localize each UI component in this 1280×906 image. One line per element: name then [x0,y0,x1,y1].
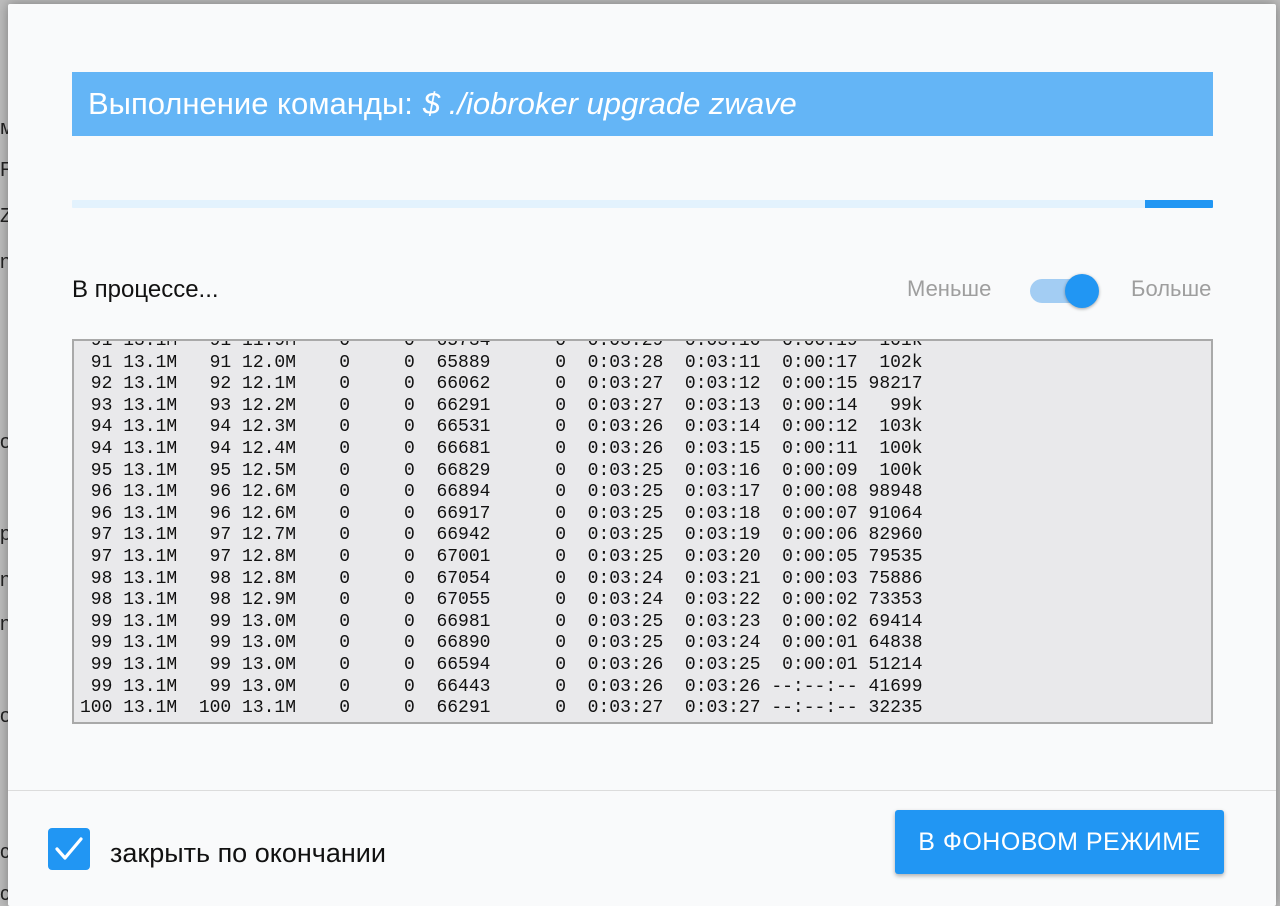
command-dialog: Выполнение команды: $ ./iobroker upgrade… [8,4,1276,906]
log-line: 99 13.1M 99 13.0M 0 0 66890 0 0:03:25 0:… [80,633,923,654]
log-line: 100 13.1M 100 13.1M 0 0 66291 0 0:03:27 … [80,698,923,719]
log-line: 95 13.1M 95 12.5M 0 0 66829 0 0:03:25 0:… [80,460,923,481]
background-mode-button[interactable]: В ФОНОВОМ РЕЖИМЕ [895,810,1224,874]
log-line: 97 13.1M 97 12.8M 0 0 67001 0 0:03:25 0:… [80,546,923,567]
log-line: 93 13.1M 93 12.2M 0 0 66291 0 0:03:27 0:… [80,395,923,416]
toggle-more-label: Больше [1131,276,1212,301]
log-line: 98 13.1M 98 12.8M 0 0 67054 0 0:03:24 0:… [80,568,923,589]
log-line: 98 13.1M 98 12.9M 0 0 67055 0 0:03:24 0:… [80,590,923,611]
close-on-finish-checkbox[interactable] [48,828,90,870]
dialog-title: Выполнение команды: $ ./iobroker upgrade… [72,72,1213,136]
title-prefix: Выполнение команды: [88,86,413,121]
progress-indicator [1144,200,1213,208]
progress-bar [72,200,1213,208]
status-text: В процессе... [72,276,219,303]
log-line: 99 13.1M 99 13.0M 0 0 66594 0 0:03:26 0:… [80,654,923,675]
log-line: 94 13.1M 94 12.3M 0 0 66531 0 0:03:26 0:… [80,417,923,438]
log-output[interactable]: 91 13.1M 91 11.9M 0 0 65734 0 0:03:29 0:… [72,339,1213,724]
log-line: 96 13.1M 96 12.6M 0 0 66894 0 0:03:25 0:… [80,482,923,503]
log-detail-switch[interactable] [1030,274,1100,308]
log-line: 91 13.1M 91 12.0M 0 0 65889 0 0:03:28 0:… [80,352,923,373]
toggle-less-label: Меньше [907,276,992,301]
switch-thumb[interactable] [1065,274,1099,308]
log-line: 96 13.1M 96 12.6M 0 0 66917 0 0:03:25 0:… [80,503,923,524]
title-command: $ ./iobroker upgrade zwave [422,86,797,121]
log-line: 91 13.1M 91 11.9M 0 0 65734 0 0:03:29 0:… [80,339,923,351]
log-line: 94 13.1M 94 12.4M 0 0 66681 0 0:03:26 0:… [80,438,923,459]
log-line: 97 13.1M 97 12.7M 0 0 66942 0 0:03:25 0:… [80,525,923,546]
footer-divider [8,790,1276,791]
check-icon [55,837,83,860]
log-line: 99 13.1M 99 13.0M 0 0 66443 0 0:03:26 0:… [80,676,923,697]
log-lines: 91 13.1M 91 11.9M 0 0 65734 0 0:03:29 0:… [80,339,923,720]
log-line: 99 13.1M 99 13.0M 0 0 66981 0 0:03:25 0:… [80,611,923,632]
close-on-finish-label[interactable]: закрыть по окончании [110,838,386,869]
log-line: 92 13.1M 92 12.1M 0 0 66062 0 0:03:27 0:… [80,374,923,395]
